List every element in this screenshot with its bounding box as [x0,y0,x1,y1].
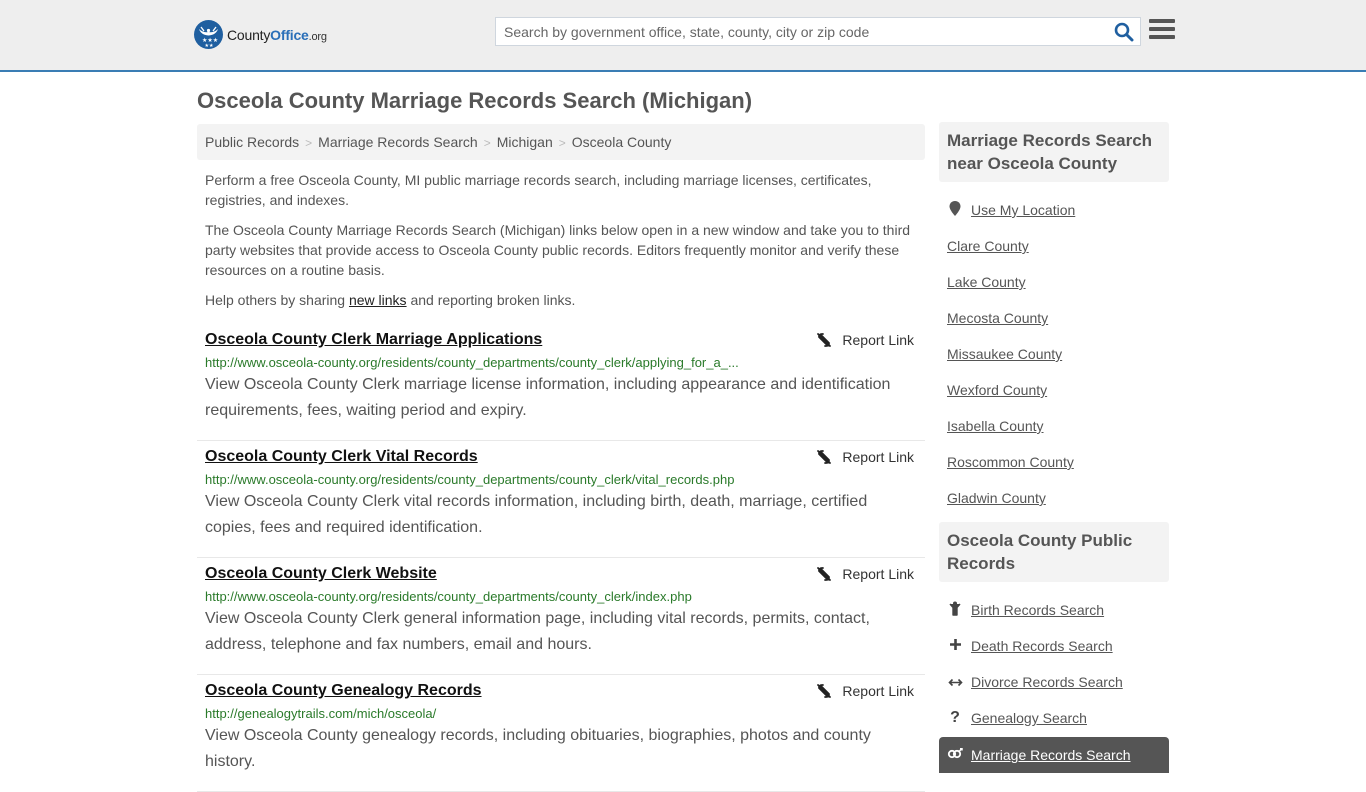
public-record-item: Death Records Search [939,628,1169,664]
question-icon: ? [950,709,960,726]
nearby-county-item: Mecosta County [939,300,1169,336]
eagle-logo-icon: ★★★ ★★ [194,20,223,49]
page-title: Osceola County Marriage Records Search (… [197,88,753,113]
breadcrumb-osceola-county[interactable]: Osceola County [572,134,672,150]
arrows-h-icon [947,674,963,690]
nearby-county-item: Missaukee County [939,336,1169,372]
nearby-county-link[interactable]: Roscommon County [947,454,1074,470]
logo-accent: Office [270,26,309,43]
nearby-county-link[interactable]: Lake County [947,274,1026,290]
breadcrumb-separator: > [558,136,566,150]
marriage-records-link[interactable]: Marriage Records Search [971,747,1131,763]
hamburger-menu-button[interactable] [1149,19,1175,43]
logo-tld: .org [308,30,327,43]
results-list: Osceola County Clerk Marriage Applicatio… [197,324,925,792]
result-item: Osceola County Genealogy Records Report … [197,675,925,792]
result-description: View Osceola County Clerk vital records … [205,493,868,536]
breadcrumb-michigan[interactable]: Michigan [497,134,553,150]
breadcrumb-marriage-records[interactable]: Marriage Records Search [318,134,478,150]
use-my-location-link[interactable]: Use My Location [971,202,1075,218]
broken-link-icon [817,333,832,347]
result-item: Osceola County Clerk Website Report Link… [197,558,925,675]
nearby-county-link[interactable]: Gladwin County [947,490,1046,506]
site-header: ★★★ ★★ CountyOffice.org [0,0,1366,72]
result-item: Osceola County Clerk Marriage Applicatio… [197,324,925,441]
breadcrumb-separator: > [305,136,313,150]
public-record-item: Birth Records Search [939,592,1169,628]
public-records-list: Birth Records Search Death Records Searc… [939,582,1169,779]
report-link-label: Report Link [842,566,914,582]
logo-name: County [227,26,271,43]
result-title-link[interactable]: Osceola County Genealogy Records [205,682,482,700]
broken-link-icon [817,450,832,464]
menu-bar-icon [1149,19,1175,23]
result-item: Osceola County Clerk Vital Records Repor… [197,441,925,558]
nearby-heading: Marriage Records Search near Osceola Cou… [939,122,1169,182]
nearby-county-item: Gladwin County [939,480,1169,516]
report-link-button[interactable]: Report Link [816,566,914,582]
nearby-county-link[interactable]: Missaukee County [947,346,1062,362]
result-url: http://genealogytrails.com/mich/osceola/ [205,706,437,721]
report-link-label: Report Link [842,332,914,348]
broken-link-icon [817,684,832,698]
nearby-county-item: Clare County [939,228,1169,264]
intro-paragraph-2: The Osceola County Marriage Records Sear… [205,222,911,278]
menu-bar-icon [1149,27,1175,31]
search-button[interactable] [1114,22,1134,42]
nearby-county-item: Lake County [939,264,1169,300]
nearby-county-link[interactable]: Isabella County [947,418,1044,434]
new-links-link[interactable]: new links [349,292,407,308]
result-description: View Osceola County Clerk marriage licen… [205,376,891,419]
intro-text-fragment: Help others by sharing [205,292,349,308]
logo-wordmark: CountyOffice.org [227,27,327,43]
report-link-button[interactable]: Report Link [816,332,914,348]
report-link-button[interactable]: Report Link [816,683,914,699]
breadcrumb-public-records[interactable]: Public Records [205,134,299,150]
birth-records-link[interactable]: Birth Records Search [971,602,1104,618]
result-url: http://www.osceola-county.org/residents/… [205,355,739,370]
intro-text-fragment: and reporting broken links. [406,292,576,308]
nearby-county-link[interactable]: Clare County [947,238,1029,254]
site-logo[interactable]: ★★★ ★★ CountyOffice.org [194,20,327,49]
nearby-county-item: Isabella County [939,408,1169,444]
menu-bar-icon [1149,35,1175,39]
intro-paragraph-1: Perform a free Osceola County, MI public… [205,172,872,208]
public-record-item: Divorce Records Search [939,664,1169,700]
svg-text:★★: ★★ [205,43,214,49]
divorce-records-link[interactable]: Divorce Records Search [971,674,1123,690]
report-link-label: Report Link [842,683,914,699]
use-my-location-item: Use My Location [939,192,1169,228]
sidebar: Marriage Records Search near Osceola Cou… [939,122,1169,779]
result-title-link[interactable]: Osceola County Clerk Website [205,565,437,583]
death-records-link[interactable]: Death Records Search [971,638,1113,654]
search-icon [1114,22,1134,42]
intro-paragraph-3: Help others by sharing new links and rep… [205,290,917,310]
breadcrumb-separator: > [483,136,491,150]
result-title-link[interactable]: Osceola County Clerk Marriage Applicatio… [205,331,542,349]
public-records-heading: Osceola County Public Records [939,522,1169,582]
venus-mars-icon [947,747,963,763]
result-description: View Osceola County genealogy records, i… [205,727,871,770]
nearby-list: Use My Location Clare County Lake County… [939,182,1169,522]
search-input[interactable] [496,18,1106,45]
breadcrumb: Public Records > Marriage Records Search > M… [197,124,925,160]
child-icon [947,601,963,619]
result-description: View Osceola County Clerk general inform… [205,610,870,653]
report-link-label: Report Link [842,449,914,465]
result-title-link[interactable]: Osceola County Clerk Vital Records [205,448,478,466]
intro-text: Perform a free Osceola County, MI public… [205,170,917,320]
plus-icon [947,638,963,654]
public-record-item: ? Genealogy Search [939,700,1169,736]
result-url: http://www.osceola-county.org/residents/… [205,472,735,487]
report-link-button[interactable]: Report Link [816,449,914,465]
nearby-county-link[interactable]: Wexford County [947,382,1047,398]
map-marker-icon [947,201,963,219]
nearby-county-link[interactable]: Mecosta County [947,310,1048,326]
broken-link-icon [817,567,832,581]
nearby-county-item: Wexford County [939,372,1169,408]
nearby-county-item: Roscommon County [939,444,1169,480]
search-box [495,17,1141,46]
result-url: http://www.osceola-county.org/residents/… [205,589,692,604]
genealogy-search-link[interactable]: Genealogy Search [971,710,1087,726]
